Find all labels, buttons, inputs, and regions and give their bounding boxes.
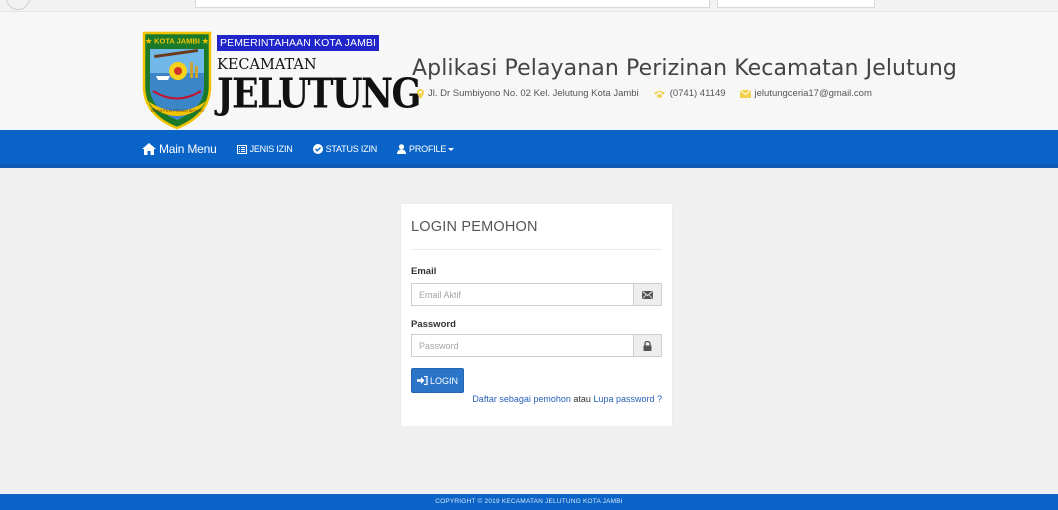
login-title: LOGIN PEMOHON — [411, 219, 538, 235]
password-input[interactable] — [412, 335, 633, 356]
phone-item: (0741) 41149 — [653, 88, 726, 99]
nav-jenis-izin[interactable]: JENIS IZIN — [236, 144, 293, 154]
email-input-group — [411, 283, 662, 306]
app-title: Aplikasi Pelayanan Perizinan Kecamatan J… — [412, 56, 957, 81]
phone-icon — [653, 90, 665, 97]
envelope-icon — [633, 284, 661, 305]
browser-top-fragment — [0, 0, 1058, 12]
nav-status-izin-label: STATUS IZIN — [325, 144, 378, 154]
register-link[interactable]: Daftar sebagai pemohon — [472, 394, 571, 404]
site-footer: COPYRIGHT © 2019 KECAMATAN JELUTUNG KOTA… — [0, 494, 1058, 510]
envelope-icon — [739, 89, 751, 98]
lock-icon — [633, 335, 661, 356]
browser-search-fragment — [717, 0, 875, 8]
nav-status-izin[interactable]: STATUS IZIN — [312, 144, 378, 154]
contact-info: Jl. Dr Sumbiyono No. 02 Kel. Jelutung Ko… — [417, 88, 886, 99]
email-label: Email — [411, 266, 437, 277]
logo-banner: PEMERINTAHAAN KOTA JAMBI — [217, 35, 380, 51]
site-header: ★ KOTA JAMBI ★ TANAH PILIH PESAKO BETUAH… — [0, 12, 1058, 130]
check-circle-icon — [312, 144, 323, 154]
password-label: Password — [411, 319, 456, 330]
forgot-password-link[interactable]: Lupa password ? — [593, 394, 662, 404]
or-text: atau — [573, 394, 591, 404]
user-icon — [397, 144, 407, 154]
address-text: Jl. Dr Sumbiyono No. 02 Kel. Jelutung Ko… — [428, 88, 639, 99]
nav-profile-label: PROFILE — [409, 144, 447, 154]
email-input[interactable] — [412, 284, 633, 305]
copyright-text: COPYRIGHT © 2019 KECAMATAN JELUTUNG KOTA… — [435, 498, 623, 505]
address-item: Jl. Dr Sumbiyono No. 02 Kel. Jelutung Ko… — [417, 88, 639, 99]
login-button-label: LOGIN — [429, 375, 458, 386]
caret-down-icon — [448, 147, 455, 151]
login-card: LOGIN PEMOHON Email Password LOGIN Dafta… — [401, 204, 672, 426]
logo-jelutung: JELUTUNG — [217, 69, 421, 119]
main-navbar: Main Menu JENIS IZIN STATUS IZIN PROFILE — [0, 130, 1058, 168]
phone-text: (0741) 41149 — [669, 88, 726, 99]
browser-address-fragment — [195, 0, 710, 8]
kecamatan-logo: PEMERINTAHAAN KOTA JAMBI KECAMATAN JELUT… — [217, 33, 421, 127]
kota-jambi-emblem: ★ KOTA JAMBI ★ TANAH PILIH PESAKO BETUAH — [142, 31, 212, 130]
sign-in-icon — [416, 376, 428, 385]
divider — [411, 249, 662, 250]
login-links: Daftar sebagai pemohon atau Lupa passwor… — [472, 394, 662, 404]
email-item: jelutungceria17@gmail.com — [739, 88, 872, 99]
nav-main-menu-label: Main Menu — [159, 142, 217, 156]
svg-text:★ KOTA JAMBI ★: ★ KOTA JAMBI ★ — [145, 37, 210, 46]
home-icon — [142, 143, 156, 155]
nav-jenis-izin-label: JENIS IZIN — [249, 144, 293, 154]
map-marker-icon — [417, 88, 424, 99]
password-input-group — [411, 334, 662, 357]
login-button[interactable]: LOGIN — [411, 368, 464, 393]
nav-main-menu[interactable]: Main Menu — [142, 142, 217, 156]
nav-profile-dropdown[interactable]: PROFILE — [397, 144, 455, 154]
browser-button-fragment — [6, 0, 30, 10]
nav-items: Main Menu JENIS IZIN STATUS IZIN PROFILE — [142, 130, 474, 168]
svg-text:TANAH PILIH PESAKO BETUAH: TANAH PILIH PESAKO BETUAH — [150, 109, 204, 113]
list-alt-icon — [236, 144, 247, 154]
email-text: jelutungceria17@gmail.com — [754, 88, 872, 99]
